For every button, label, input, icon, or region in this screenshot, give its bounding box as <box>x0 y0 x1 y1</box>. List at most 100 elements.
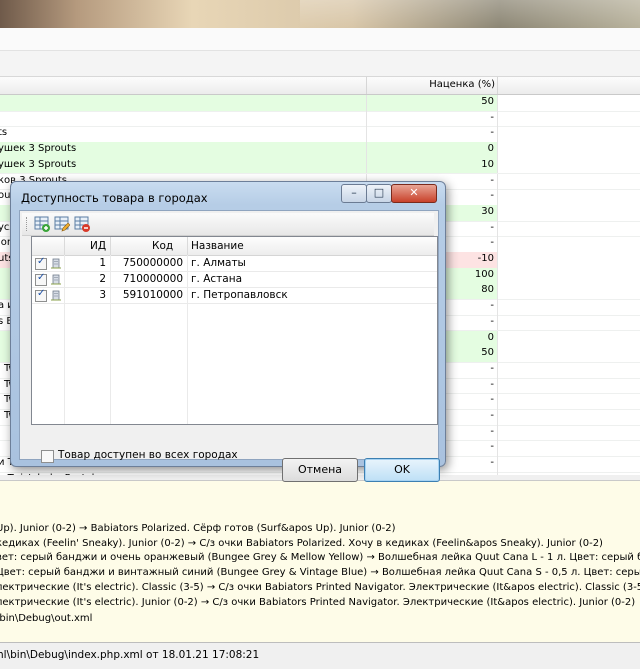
ok-button[interactable]: OK <box>364 458 440 482</box>
dialog-client: ИД Код Название ✓ 1 750000000 г. Алматы ✓ 2 71… <box>19 210 440 482</box>
grid-line <box>497 299 498 315</box>
row-nacenka-value: 0 <box>487 143 494 155</box>
menu-bar <box>0 28 640 51</box>
column-header-id[interactable]: ИД <box>90 240 106 252</box>
all-cities-label[interactable]: Товар доступен во всех городах <box>58 449 238 461</box>
table-row[interactable]: ts - <box>0 126 640 144</box>
row-product-name: ушек 3 Sprouts <box>0 158 77 170</box>
grid-line <box>497 204 498 221</box>
check-icon: ✓ <box>37 288 46 299</box>
grid-line <box>497 393 498 409</box>
table-row[interactable]: ушек 3 Sprouts 0 <box>0 142 640 159</box>
grid-line <box>497 440 498 457</box>
dialog-title: Доступность товара в городах <box>21 191 208 205</box>
building-icon <box>51 258 61 269</box>
city-availability-dialog: Доступность товара в городах – □ ✕ ИД Ко… <box>10 181 446 482</box>
row-checkbox[interactable]: ✓ <box>35 272 47 286</box>
log-line: Up). Junior (0-2) → Babiators Polarized.… <box>0 523 396 534</box>
desktop-background <box>0 0 640 28</box>
table-row[interactable]: ✓ 2 710000000 г. Астана <box>32 272 437 288</box>
log-panel: Up). Junior (0-2) → Babiators Polarized.… <box>0 480 640 643</box>
row-code: 750000000 <box>122 257 183 269</box>
grid-line <box>497 220 498 237</box>
row-city-name: г. Алматы <box>191 257 246 269</box>
building-icon <box>51 290 61 301</box>
row-product-name: и Twistshake Pastel <box>0 473 94 475</box>
log-line: кедиках (Feelin' Sneaky). Junior (0-2) →… <box>0 537 603 549</box>
row-id: 1 <box>99 257 106 269</box>
building-icon <box>51 274 61 285</box>
table-row[interactable]: ✓ 3 591010000 г. Петропавловск <box>32 288 437 304</box>
grid-line <box>497 267 498 284</box>
grid-line <box>497 409 498 425</box>
grid-line <box>497 314 498 331</box>
status-text: nl\bin\Debug\index.php.xml от 18.01.21 1… <box>0 649 260 661</box>
grid-line <box>497 471 498 475</box>
row-code: 710000000 <box>122 273 183 285</box>
grid-line <box>497 95 498 111</box>
grid-line <box>497 189 498 205</box>
cities-grid[interactable]: ИД Код Название ✓ 1 750000000 г. Алматы ✓ 2 71… <box>31 236 438 425</box>
cancel-button[interactable]: Отмена <box>282 458 358 482</box>
row-checkbox[interactable]: ✓ <box>35 288 47 302</box>
table-row[interactable]: ✓ 1 750000000 г. Алматы <box>32 256 437 272</box>
row-nacenka-value: - <box>490 127 494 139</box>
row-nacenka-value: 50 <box>481 96 494 107</box>
row-code: 591010000 <box>122 289 183 301</box>
grid-line <box>497 126 498 143</box>
grid-line <box>497 283 498 300</box>
dialog-toolbar <box>22 213 434 236</box>
column-header-name[interactable]: Название <box>191 240 244 252</box>
grid-line <box>497 330 498 347</box>
table-row[interactable]: - <box>0 110 640 128</box>
row-product-name: ушек 3 Sprouts <box>0 143 77 155</box>
column-header-code[interactable]: Код <box>152 240 173 252</box>
column-divider[interactable] <box>64 237 65 255</box>
grid-edit-icon[interactable] <box>54 216 70 232</box>
grid-header: Наценка (%) <box>0 77 640 95</box>
toolbar-grip <box>26 217 29 231</box>
grid-delete-icon[interactable] <box>74 216 90 232</box>
maximize-button[interactable]: □ <box>366 184 392 203</box>
table-row[interactable]: ушек 3 Sprouts 10 <box>0 157 640 175</box>
grid-line <box>497 173 498 190</box>
column-divider[interactable] <box>187 237 188 255</box>
row-product-name: ts <box>0 127 8 139</box>
grid-line <box>497 236 498 252</box>
log-line: Цвет: серый банджи и винтажный синий (Bu… <box>0 567 640 579</box>
grid-line <box>497 361 498 378</box>
log-line: \bin\Debug\out.xml <box>0 613 93 624</box>
grid-add-icon[interactable] <box>34 216 50 232</box>
main-toolbar <box>0 51 640 77</box>
grid-line <box>497 157 498 174</box>
grid-line <box>497 424 498 441</box>
all-cities-checkbox[interactable] <box>41 450 54 463</box>
column-divider[interactable] <box>497 77 498 94</box>
row-id: 3 <box>99 289 106 301</box>
column-header-nacenka[interactable]: Наценка (%) <box>367 79 495 90</box>
column-divider[interactable] <box>110 237 111 255</box>
minimize-button[interactable]: – <box>341 184 367 203</box>
log-line: лектрические (It's electric). Classic (3… <box>0 581 640 593</box>
desktop-streak <box>300 0 640 28</box>
log-line: лектрические (It's electric). Junior (0-… <box>0 596 636 608</box>
cities-grid-header: ИД Код Название <box>32 237 437 256</box>
row-nacenka-value: - <box>490 111 494 123</box>
row-checkbox[interactable]: ✓ <box>35 256 47 270</box>
grid-line <box>497 110 498 127</box>
row-city-name: г. Петропавловск <box>191 289 288 301</box>
grid-line <box>497 346 498 362</box>
row-city-name: г. Астана <box>191 273 242 285</box>
log-line: вет: серый банджи и очень оранжевый (Bun… <box>0 552 640 564</box>
table-row[interactable]: 50 <box>0 95 640 112</box>
grid-line <box>497 142 498 158</box>
close-button[interactable]: ✕ <box>391 184 437 203</box>
grid-line <box>497 456 498 472</box>
check-icon: ✓ <box>37 272 46 283</box>
check-icon: ✓ <box>37 256 46 267</box>
grid-line <box>497 377 498 394</box>
row-id: 2 <box>99 273 106 285</box>
status-bar: nl\bin\Debug\index.php.xml от 18.01.21 1… <box>0 642 640 669</box>
row-nacenka-value: 10 <box>481 158 494 170</box>
grid-line <box>497 252 498 268</box>
